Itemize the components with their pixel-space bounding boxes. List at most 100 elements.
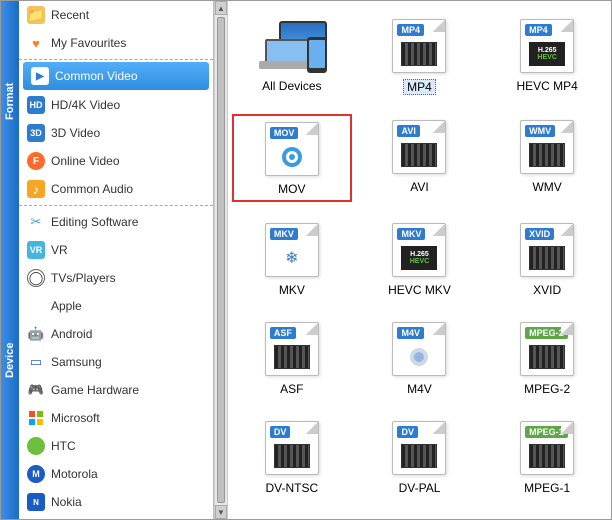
sidebar-item-apple[interactable]: Apple — [19, 292, 213, 320]
editing-icon: ✂ — [27, 213, 45, 231]
grid-item-mp4[interactable]: MP4 MP4 — [360, 13, 480, 99]
grid-item-asf[interactable]: ASF ASF — [232, 316, 352, 400]
sidebar-separator — [19, 205, 213, 206]
android-icon: 🤖 — [27, 325, 45, 343]
apple-icon — [27, 297, 45, 315]
m4v-icon: M4V — [384, 320, 454, 378]
grid-item-hevc-mkv[interactable]: MKVH.265HEVC HEVC MKV — [360, 217, 480, 301]
grid-item-label: MPEG-1 — [524, 481, 570, 495]
hevc-mp4-icon: MP4H.265HEVC — [512, 17, 582, 75]
wmv-icon: WMV — [512, 118, 582, 176]
grid-item-mov[interactable]: MOV MOV — [232, 114, 352, 202]
sidebar-item-label: Microsoft — [51, 411, 100, 425]
sidebar-item-htc[interactable]: HTC — [19, 432, 213, 460]
tv-icon: ◯ — [27, 269, 45, 287]
hevc-mkv-icon: MKVH.265HEVC — [384, 221, 454, 279]
threeD-icon: 3D — [27, 124, 45, 142]
sidebar-item-editing[interactable]: ✂ Editing Software — [19, 208, 213, 236]
sidebar-item-nokia[interactable]: NNokia — [19, 488, 213, 516]
recent-icon: 📁 — [27, 6, 45, 24]
grid-item-dvntsc[interactable]: DV DV-NTSC — [232, 415, 352, 499]
sidebar-item-vr[interactable]: VR VR — [19, 236, 213, 264]
scroll-thumb[interactable] — [217, 17, 225, 503]
grid-item-wmv[interactable]: WMV WMV — [487, 114, 607, 202]
gamepad-icon: 🎮 — [27, 381, 45, 399]
sidebar-item-label: 3D Video — [51, 126, 100, 140]
sidebar-item-label: Samsung — [51, 355, 102, 369]
grid-item-label: MP4 — [403, 79, 436, 95]
tab-format[interactable]: Format — [1, 1, 19, 201]
sidebar-item-hd4k[interactable]: HD HD/4K Video — [19, 91, 213, 119]
sidebar-item-gamehw[interactable]: 🎮 Game Hardware — [19, 376, 213, 404]
grid-item-all-devices[interactable]: All Devices — [232, 13, 352, 99]
tab-device[interactable]: Device — [1, 201, 19, 519]
sidebar-item-recent[interactable]: 📁 Recent — [19, 1, 213, 29]
sidebar-item-label: Common Video — [55, 69, 138, 83]
sidebar-item-label: HTC — [51, 439, 76, 453]
grid-item-label: MPEG-2 — [524, 382, 570, 396]
sidebar-item-label: Android — [51, 327, 92, 341]
grid-item-label: DV-PAL — [399, 481, 441, 495]
dvntsc-icon: DV — [257, 419, 327, 477]
scroll-up-icon[interactable]: ▲ — [215, 1, 227, 15]
grid-item-avi[interactable]: AVI AVI — [360, 114, 480, 202]
grid-item-mpeg2[interactable]: MPEG-2 MPEG-2 — [487, 316, 607, 400]
sidebar-item-3d[interactable]: 3D 3D Video — [19, 119, 213, 147]
grid-item-mkv[interactable]: MKV❄ MKV — [232, 217, 352, 301]
grid-item-xvid[interactable]: XVID XVID — [487, 217, 607, 301]
microsoft-icon — [27, 409, 45, 427]
grid-item-label: HEVC MP4 — [516, 79, 577, 93]
mov-icon: MOV — [257, 120, 327, 178]
grid-item-hevc-mp4[interactable]: MP4H.265HEVC HEVC MP4 — [487, 13, 607, 99]
asf-icon: ASF — [257, 320, 327, 378]
sidebar-item-audio[interactable]: ♪Common Audio — [19, 175, 213, 203]
hd-icon: HD — [27, 96, 45, 114]
sidebar-item-android[interactable]: 🤖 Android — [19, 320, 213, 348]
tabs-vertical: Format Device — [1, 1, 19, 519]
avi-icon: AVI — [384, 118, 454, 176]
scroll-down-icon[interactable]: ▼ — [215, 505, 227, 519]
sidebar-scrollbar[interactable]: ▲ ▼ — [214, 1, 228, 519]
mpeg1-icon: MPEG-1 — [512, 419, 582, 477]
sidebar-item-label: HD/4K Video — [51, 98, 120, 112]
htc-icon — [27, 437, 45, 455]
sidebar-item-label: VR — [51, 243, 68, 257]
sidebar-item-label: Editing Software — [51, 215, 138, 229]
video-icon: ▶ — [31, 67, 49, 85]
sidebar-item-label: Recent — [51, 8, 89, 22]
sidebar-item-lg[interactable]: LG — [19, 516, 213, 519]
heart-icon: ♥ — [27, 34, 45, 52]
sidebar-item-online[interactable]: FOnline Video — [19, 147, 213, 175]
sidebar-item-label: Motorola — [51, 467, 98, 481]
sidebar-item-tvs[interactable]: ◯TVs/Players — [19, 264, 213, 292]
grid-item-label: WMV — [532, 180, 561, 194]
grid-item-label: AVI — [410, 180, 428, 194]
grid-item-label: HEVC MKV — [388, 283, 451, 297]
grid-item-m4v[interactable]: M4V M4V — [360, 316, 480, 400]
sidebar-item-label: Common Audio — [51, 182, 133, 196]
vr-icon: VR — [27, 241, 45, 259]
sidebar-item-common-video[interactable]: ▶ Common Video — [23, 62, 209, 90]
mpeg2-icon: MPEG-2 — [512, 320, 582, 378]
sidebar-item-label: My Favourites — [51, 36, 126, 50]
xvid-icon: XVID — [512, 221, 582, 279]
format-grid: All Devices MP4 MP4 MP4H.265HEVC HEVC MP… — [228, 1, 611, 519]
samsung-icon: ▭ — [27, 353, 45, 371]
grid-item-label: DV-NTSC — [265, 481, 318, 495]
grid-item-label: All Devices — [262, 79, 321, 93]
sidebar-item-microsoft[interactable]: Microsoft — [19, 404, 213, 432]
sidebar-item-samsung[interactable]: ▭ Samsung — [19, 348, 213, 376]
mp4-icon: MP4 — [384, 17, 454, 75]
sidebar: 📁Recent ♥My Favourites ▶Common Video HDH… — [19, 1, 214, 519]
sidebar-item-label: Apple — [51, 299, 82, 313]
grid-item-label: MOV — [278, 182, 305, 196]
nokia-icon: N — [27, 493, 45, 511]
sidebar-item-motorola[interactable]: MMotorola — [19, 460, 213, 488]
sidebar-item-label: Game Hardware — [51, 383, 139, 397]
grid-item-mpeg1[interactable]: MPEG-1 MPEG-1 — [487, 415, 607, 499]
grid-item-dvpal[interactable]: DV DV-PAL — [360, 415, 480, 499]
grid-item-label: ASF — [280, 382, 303, 396]
online-icon: F — [27, 152, 45, 170]
sidebar-item-favourites[interactable]: ♥ My Favourites — [19, 29, 213, 57]
grid-item-label: XVID — [533, 283, 561, 297]
